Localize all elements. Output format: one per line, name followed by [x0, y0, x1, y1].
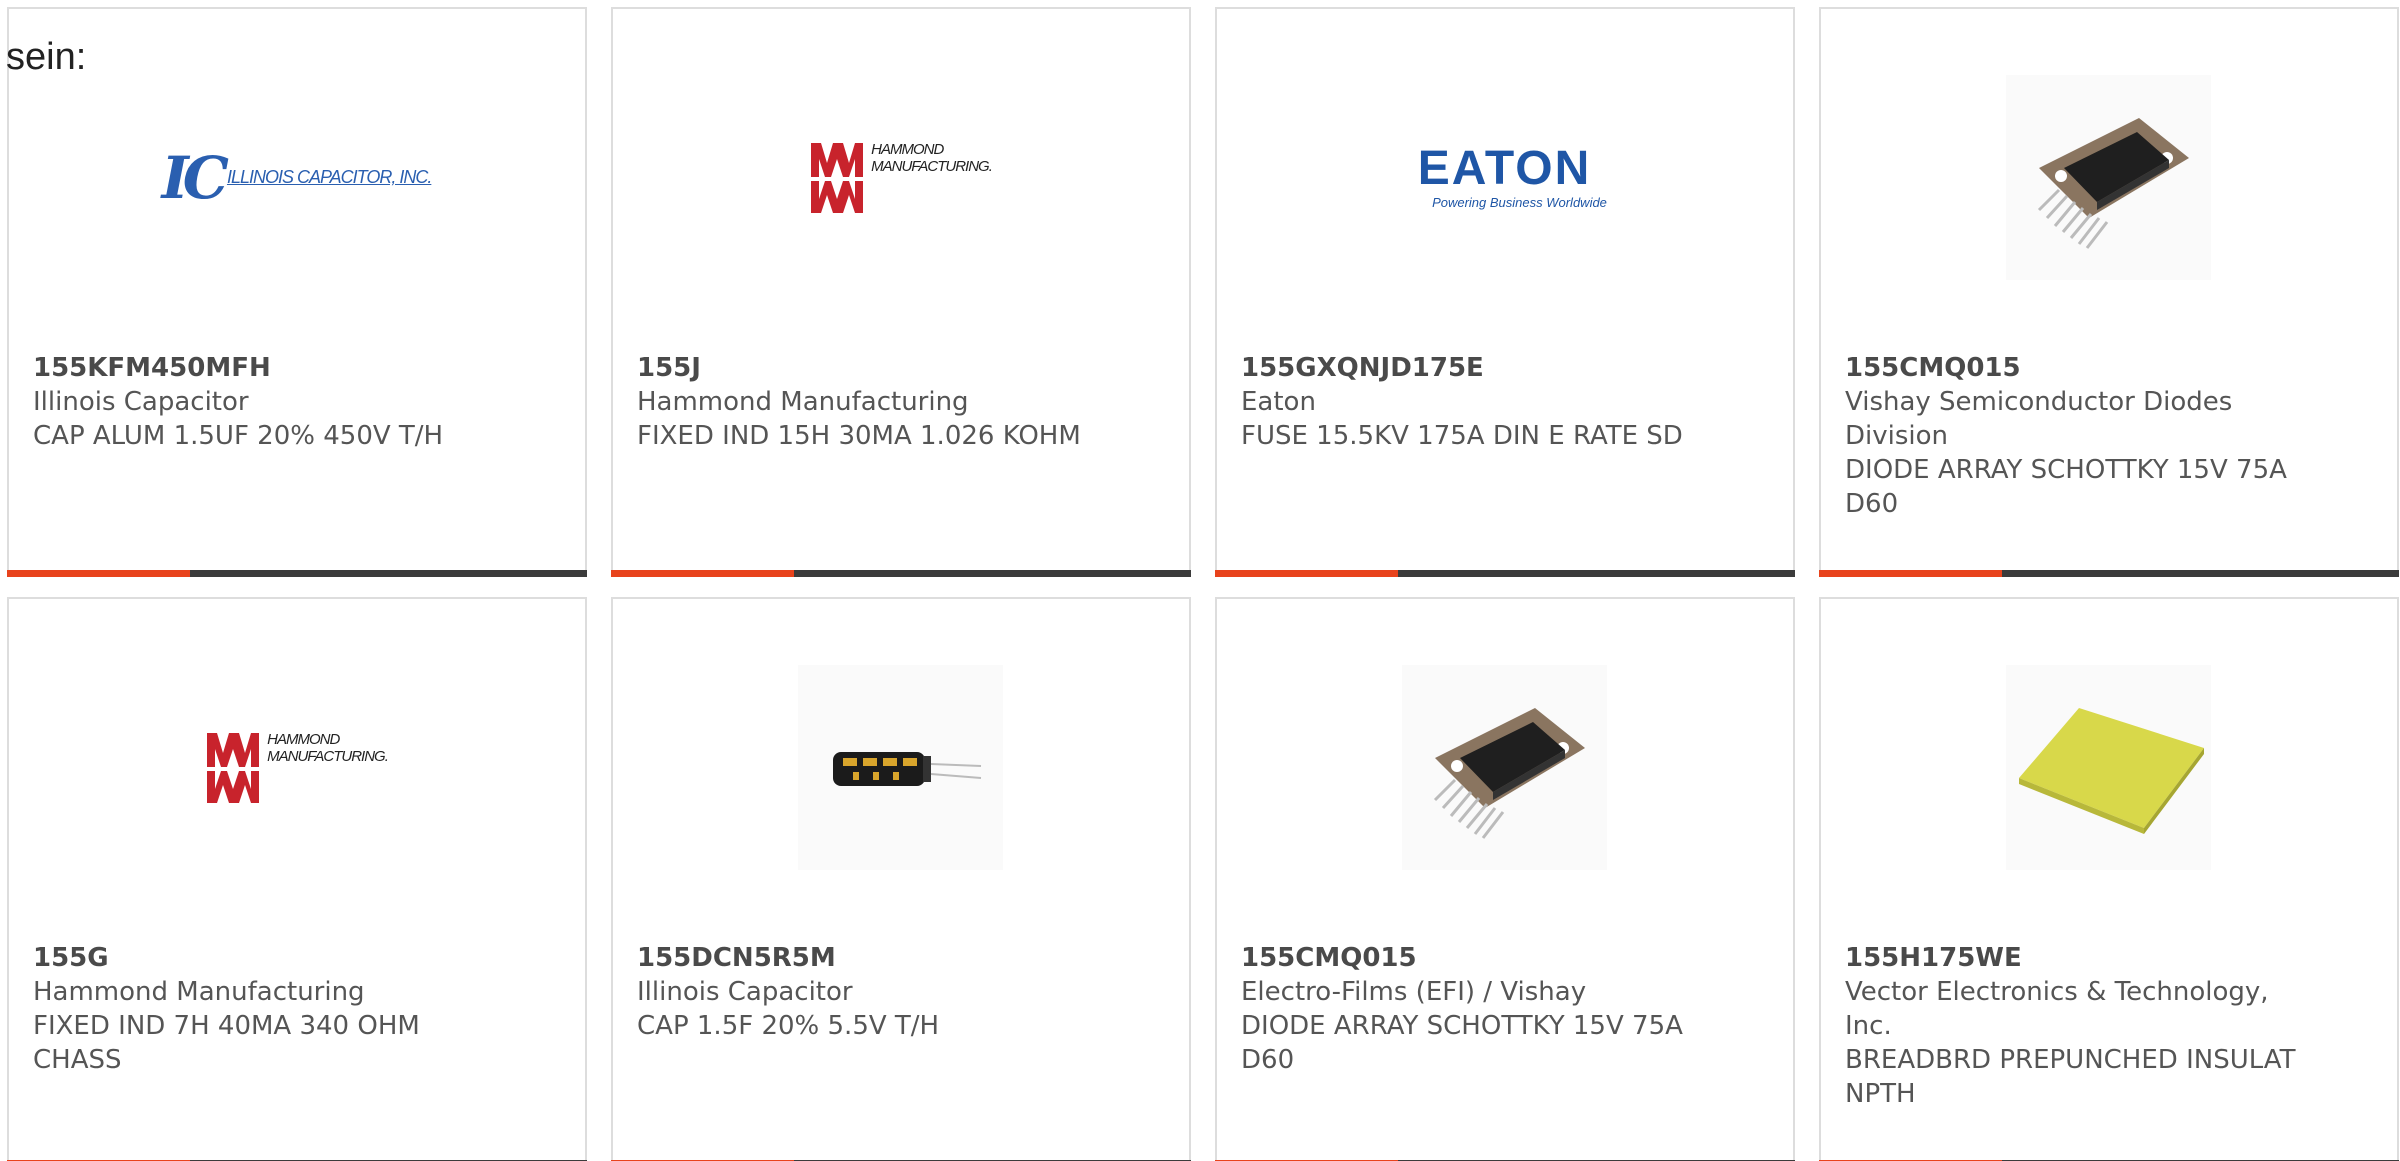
part-number[interactable]: 155H175WE [1845, 941, 2305, 975]
manufacturer: Illinois Capacitor [33, 387, 249, 417]
product-image[interactable] [798, 665, 1003, 870]
part-number[interactable]: 155DCN5R5M [637, 941, 1097, 975]
heading-text: sein: [6, 36, 87, 78]
illinois-capacitor-logo: IC ILLINOIS CAPACITOR, INC. [161, 143, 433, 212]
diode-array-chip-photo [1402, 665, 1607, 870]
description: CAP 1.5F 20% 5.5V T/H [637, 1011, 940, 1041]
product-card[interactable]: 155CMQ015 Electro-Films (EFI) / Vishay D… [1215, 597, 1795, 1161]
product-card[interactable]: 155DCN5R5M Illinois Capacitor CAP 1.5F 2… [611, 597, 1191, 1161]
description: FUSE 15.5KV 175A DIN E RATE SD [1241, 421, 1683, 451]
product-card[interactable]: IC ILLINOIS CAPACITOR, INC. 155KFM450MFH… [7, 7, 587, 577]
description: CAP ALUM 1.5UF 20% 450V T/H [33, 421, 444, 451]
part-number[interactable]: 155KFM450MFH [33, 351, 493, 385]
manufacturer: Vector Electronics & Technology, Inc. [1845, 977, 2269, 1041]
hammond-logo: HAMMOND MANUFACTURING. [205, 731, 389, 805]
description: FIXED IND 7H 40MA 340 OHM CHASS [33, 1011, 420, 1075]
description: BREADBRD PREPUNCHED INSULAT NPTH [1845, 1045, 2296, 1109]
product-card[interactable]: HAMMOND MANUFACTURING. 155G Hammond Manu… [7, 597, 587, 1161]
product-image[interactable]: HAMMOND MANUFACTURING. [194, 665, 399, 870]
manufacturer: Eaton [1241, 387, 1316, 417]
breadboard-photo [2006, 665, 2211, 870]
card-bar [7, 570, 587, 577]
product-grid: IC ILLINOIS CAPACITOR, INC. 155KFM450MFH… [7, 7, 2400, 1161]
part-number[interactable]: 155CMQ015 [1845, 351, 2305, 385]
product-image[interactable] [2006, 665, 2211, 870]
hammond-logo: HAMMOND MANUFACTURING. [809, 141, 993, 215]
product-image[interactable] [1402, 665, 1607, 870]
product-grid-page: sein: IC ILLINOIS CAPACITOR, INC. 155KFM… [0, 0, 2400, 1161]
product-image[interactable] [2006, 75, 2211, 280]
product-card[interactable]: 155H175WE Vector Electronics & Technolog… [1819, 597, 2399, 1161]
manufacturer: Illinois Capacitor [637, 977, 853, 1007]
product-card[interactable]: HAMMOND MANUFACTURING. 155J Hammond Manu… [611, 7, 1191, 577]
product-image[interactable]: IC ILLINOIS CAPACITOR, INC. [162, 75, 433, 280]
part-number[interactable]: 155G [33, 941, 493, 975]
card-bar [1215, 570, 1795, 577]
part-number[interactable]: 155CMQ015 [1241, 941, 1701, 975]
product-image[interactable]: HAMMOND MANUFACTURING. [798, 75, 1003, 280]
eaton-logo: EATON Powering Business Worldwide [1417, 142, 1607, 211]
manufacturer: Hammond Manufacturing [33, 977, 365, 1007]
card-bar [1819, 570, 2399, 577]
manufacturer: Electro-Films (EFI) / Vishay [1241, 977, 1587, 1007]
description: DIODE ARRAY SCHOTTKY 15V 75A D60 [1845, 455, 2287, 519]
part-number[interactable]: 155J [637, 351, 1097, 385]
card-bar [611, 570, 1191, 577]
description: FIXED IND 15H 30MA 1.026 KOHM [637, 421, 1081, 451]
capacitor-photo [798, 665, 1003, 870]
manufacturer: Vishay Semiconductor Diodes Division [1845, 387, 2233, 451]
product-card[interactable]: 155CMQ015 Vishay Semiconductor Diodes Di… [1819, 7, 2399, 577]
product-image[interactable]: EATON Powering Business Worldwide [1402, 75, 1607, 280]
product-card[interactable]: EATON Powering Business Worldwide 155GXQ… [1215, 7, 1795, 577]
part-number[interactable]: 155GXQNJD175E [1241, 351, 1701, 385]
description: DIODE ARRAY SCHOTTKY 15V 75A D60 [1241, 1011, 1683, 1075]
manufacturer: Hammond Manufacturing [637, 387, 969, 417]
diode-array-chip-photo [2006, 75, 2211, 280]
